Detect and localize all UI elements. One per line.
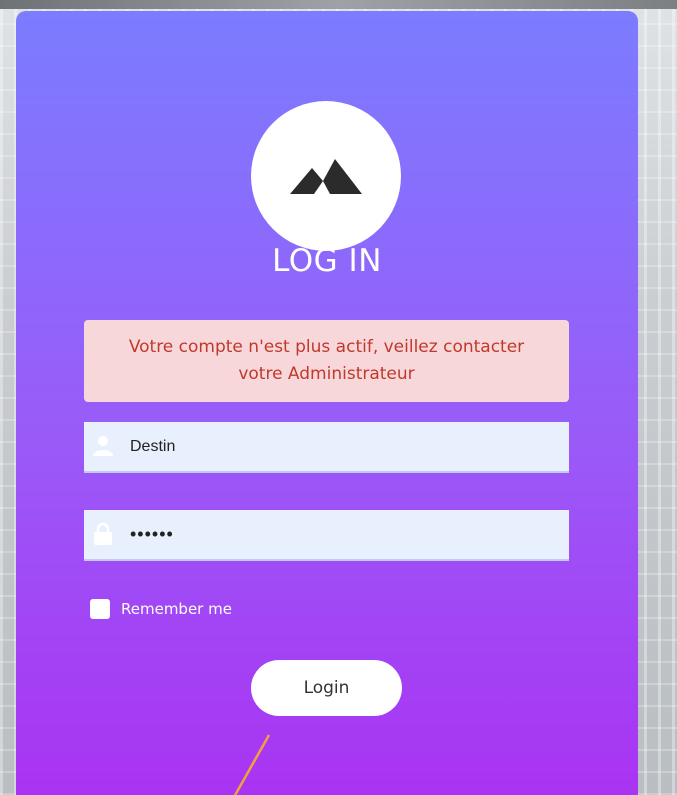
- remember-me[interactable]: Remember me: [90, 599, 232, 619]
- page-title: LOG IN: [272, 243, 382, 279]
- account-inactive-alert: Votre compte n'est plus actif, veillez c…: [84, 320, 569, 402]
- password-field[interactable]: [84, 510, 569, 561]
- password-input[interactable]: [130, 510, 550, 559]
- remember-me-label: Remember me: [121, 600, 232, 618]
- username-field[interactable]: [84, 422, 569, 473]
- mountain-icon: [290, 159, 362, 194]
- window-top-bar: [0, 0, 677, 9]
- login-button[interactable]: Login: [251, 660, 402, 716]
- username-input[interactable]: [130, 422, 550, 471]
- login-card: LOG IN Votre compte n'est plus actif, ve…: [16, 11, 638, 795]
- remember-me-checkbox[interactable]: [90, 599, 110, 619]
- user-icon: [93, 436, 113, 456]
- lock-icon: [94, 522, 112, 545]
- logo-circle: [251, 101, 401, 251]
- annotation-line: [233, 734, 271, 795]
